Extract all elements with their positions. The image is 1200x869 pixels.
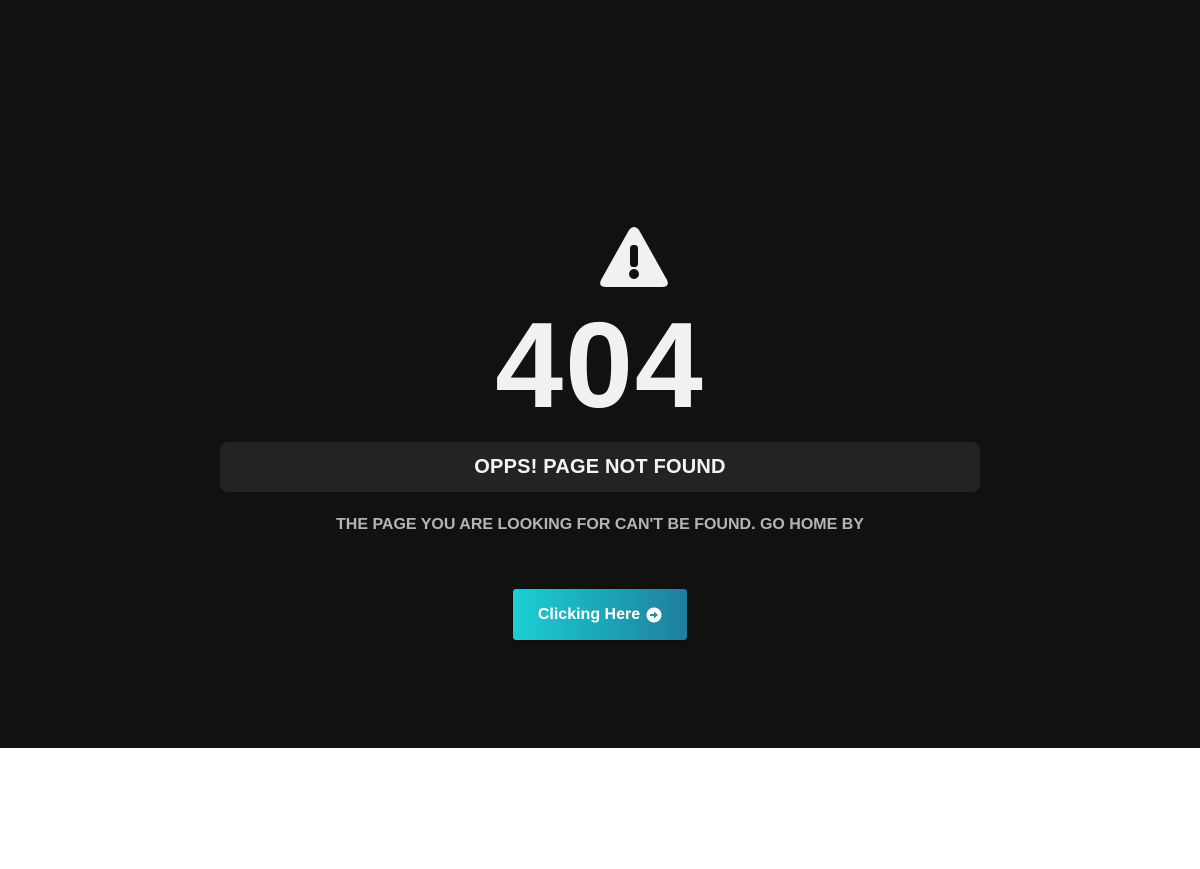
title-bar: OPPS! PAGE NOT FOUND xyxy=(220,442,980,492)
warning-triangle-icon xyxy=(600,227,668,287)
go-home-button-label: Clicking Here xyxy=(537,605,641,623)
error-description: THE PAGE YOU ARE LOOKING FOR CAN'T BE FO… xyxy=(336,516,864,533)
arrow-circle-right-icon xyxy=(646,607,662,622)
page-title: OPPS! PAGE NOT FOUND xyxy=(474,455,726,478)
go-home-button[interactable]: Clicking Here xyxy=(513,589,687,640)
error-section: 404 OPPS! PAGE NOT FOUND THE PAGE YOU AR… xyxy=(0,0,1200,748)
error-code: 404 xyxy=(495,297,705,433)
